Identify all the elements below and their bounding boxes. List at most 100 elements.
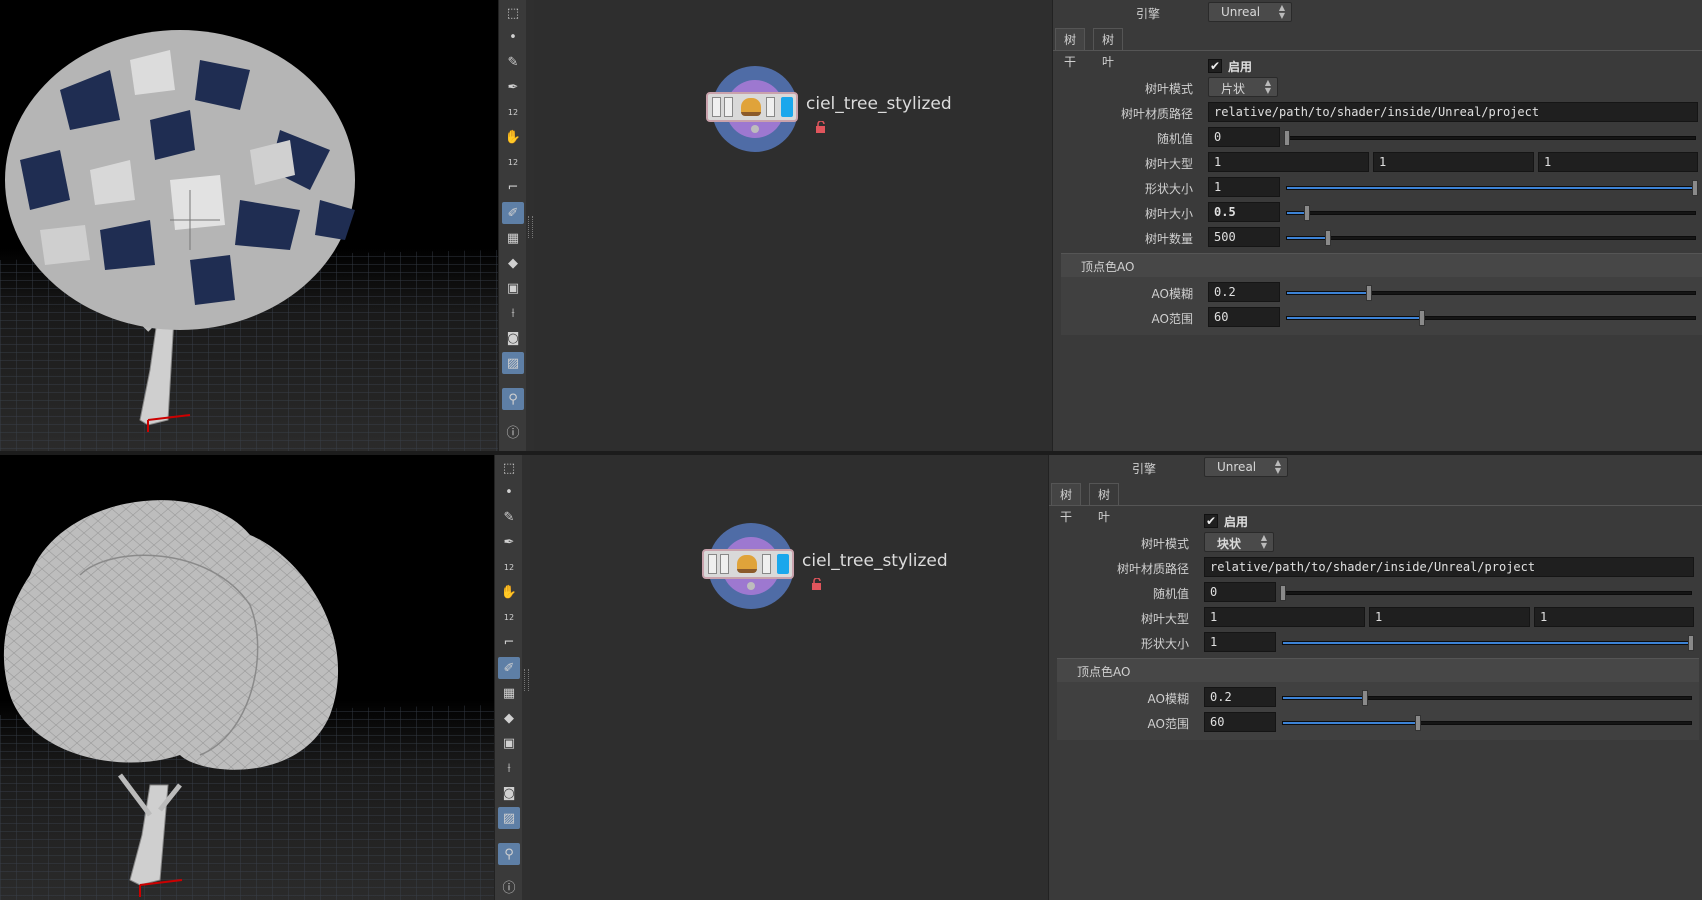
ao-blur-input[interactable]: 0.2 xyxy=(1204,687,1276,707)
seed-input[interactable]: 0 xyxy=(1204,582,1276,602)
image-icon[interactable]: ▣ xyxy=(498,732,520,754)
tab-trunk[interactable]: 树干 xyxy=(1051,483,1082,524)
enable-checkbox[interactable]: ✔ xyxy=(1208,59,1222,73)
unlock-icon[interactable] xyxy=(815,121,827,133)
pane-resize-handle[interactable] xyxy=(522,455,530,900)
number-icon[interactable]: 12 xyxy=(498,556,520,578)
slider-handle[interactable] xyxy=(1361,690,1368,706)
diamond-icon[interactable]: ◆ xyxy=(502,252,524,274)
material-path-input[interactable]: relative/path/to/shader/inside/Unreal/pr… xyxy=(1208,102,1698,122)
pin-icon[interactable]: ⚲ xyxy=(502,388,524,410)
material-path-input[interactable]: relative/path/to/shader/inside/Unreal/pr… xyxy=(1204,557,1694,577)
vertex-ao-folder[interactable]: 顶点色AO xyxy=(1061,253,1702,277)
checker-icon[interactable]: ▦ xyxy=(498,682,520,704)
tab-leaves[interactable]: 树叶 xyxy=(1089,483,1120,524)
leaf-count-slider[interactable] xyxy=(1286,230,1696,246)
leaf-scale-y-input[interactable]: 1 xyxy=(1369,607,1530,627)
paint-icon[interactable]: ✐ xyxy=(502,202,524,224)
split-icon[interactable]: ⟊ xyxy=(502,302,524,324)
info-icon[interactable]: ⓘ xyxy=(498,875,520,897)
tab-leaves[interactable]: 树叶 xyxy=(1093,28,1124,69)
leaf-scale-z-input[interactable]: 1 xyxy=(1538,152,1698,172)
view-icon[interactable]: ▨ xyxy=(498,807,520,829)
ao-blur-input[interactable]: 0.2 xyxy=(1208,282,1280,302)
point-icon[interactable]: • xyxy=(498,481,520,503)
leaf-scale-x-input[interactable]: 1 xyxy=(1208,152,1369,172)
node-body[interactable] xyxy=(706,92,798,122)
stop-icon[interactable]: ◙ xyxy=(502,327,524,349)
slider-handle[interactable] xyxy=(1418,310,1425,326)
view-icon[interactable]: ▨ xyxy=(502,352,524,374)
network-editor[interactable]: ciel_tree_stylized xyxy=(534,0,1052,451)
slider-handle[interactable] xyxy=(1324,230,1331,246)
display-flag[interactable] xyxy=(781,97,793,117)
pin-icon[interactable]: ⚲ xyxy=(498,843,520,865)
slider-handle[interactable] xyxy=(1365,285,1372,301)
shape-size-slider[interactable] xyxy=(1286,180,1698,196)
node-output-connector[interactable] xyxy=(747,582,755,590)
hand-icon[interactable]: ✋ xyxy=(502,126,524,148)
slider-handle[interactable] xyxy=(1280,585,1286,601)
leaf-mode-label: 树叶模式 xyxy=(1140,537,1189,551)
number-icon[interactable]: 12 xyxy=(502,101,524,123)
number-tool-icon[interactable]: 12 xyxy=(498,606,520,628)
node-output-connector[interactable] xyxy=(751,125,759,133)
enable-checkbox[interactable]: ✔ xyxy=(1204,514,1218,528)
slider-handle[interactable] xyxy=(1304,205,1311,221)
leaf-mode-dropdown[interactable]: 片状 ▲ ▼ xyxy=(1208,77,1278,97)
split-icon[interactable]: ⟊ xyxy=(498,757,520,779)
display-flag[interactable] xyxy=(777,554,789,574)
slider-handle[interactable] xyxy=(1414,715,1421,731)
brush-icon[interactable]: ✎ xyxy=(498,506,520,528)
viewport-card-leaves[interactable] xyxy=(0,0,498,451)
ao-range-slider[interactable] xyxy=(1286,310,1696,326)
shape-size-slider[interactable] xyxy=(1282,635,1694,651)
engine-dropdown[interactable]: Unreal ▲ ▼ xyxy=(1204,457,1288,477)
leaf-scale-y-input[interactable]: 1 xyxy=(1373,152,1534,172)
select-icon[interactable]: ⬚ xyxy=(498,457,520,479)
pen-icon[interactable]: ✒ xyxy=(498,531,520,553)
leaf-size-slider[interactable] xyxy=(1286,205,1696,221)
point-icon[interactable]: • xyxy=(502,26,524,48)
number-tool-icon[interactable]: 12 xyxy=(502,151,524,173)
hand-icon[interactable]: ✋ xyxy=(498,581,520,603)
vertex-ao-folder[interactable]: 顶点色AO xyxy=(1057,658,1699,682)
shape-size-input[interactable]: 1 xyxy=(1208,177,1280,197)
pen-icon[interactable]: ✒ xyxy=(502,76,524,98)
ao-blur-slider[interactable] xyxy=(1286,285,1696,301)
unlock-icon[interactable] xyxy=(811,578,823,590)
leaf-scale-z-input[interactable]: 1 xyxy=(1534,607,1694,627)
folder-label: 顶点色AO xyxy=(1081,260,1135,274)
seed-input[interactable]: 0 xyxy=(1208,127,1280,147)
slider-handle[interactable] xyxy=(1692,180,1698,196)
pane-resize-handle[interactable] xyxy=(526,0,534,451)
leaf-size-input[interactable]: 0.5 xyxy=(1208,202,1280,222)
network-editor[interactable]: ciel_tree_stylized xyxy=(530,455,1048,900)
diamond-icon[interactable]: ◆ xyxy=(498,707,520,729)
ao-blur-slider[interactable] xyxy=(1282,690,1692,706)
measure-icon[interactable]: ⌐ xyxy=(502,176,524,198)
ao-range-input[interactable]: 60 xyxy=(1204,712,1276,732)
viewport-block-leaves[interactable] xyxy=(0,455,494,900)
measure-icon[interactable]: ⌐ xyxy=(498,631,520,653)
leaf-scale-x-input[interactable]: 1 xyxy=(1204,607,1365,627)
select-icon[interactable]: ⬚ xyxy=(502,2,524,24)
tab-trunk[interactable]: 树干 xyxy=(1055,28,1086,69)
leaf-mode-dropdown[interactable]: 块状 ▲ ▼ xyxy=(1204,532,1274,552)
stop-icon[interactable]: ◙ xyxy=(498,782,520,804)
seed-slider[interactable] xyxy=(1280,585,1692,601)
seed-slider[interactable] xyxy=(1284,130,1696,146)
ao-range-slider[interactable] xyxy=(1282,715,1692,731)
slider-handle[interactable] xyxy=(1284,130,1290,146)
ao-range-input[interactable]: 60 xyxy=(1208,307,1280,327)
shape-size-input[interactable]: 1 xyxy=(1204,632,1276,652)
checker-icon[interactable]: ▦ xyxy=(502,227,524,249)
engine-dropdown[interactable]: Unreal ▲ ▼ xyxy=(1208,2,1292,22)
image-icon[interactable]: ▣ xyxy=(502,277,524,299)
brush-icon[interactable]: ✎ xyxy=(502,51,524,73)
leaf-count-input[interactable]: 500 xyxy=(1208,227,1280,247)
node-body[interactable] xyxy=(702,549,794,579)
paint-icon[interactable]: ✐ xyxy=(498,657,520,679)
slider-handle[interactable] xyxy=(1688,635,1694,651)
info-icon[interactable]: ⓘ xyxy=(502,420,524,442)
